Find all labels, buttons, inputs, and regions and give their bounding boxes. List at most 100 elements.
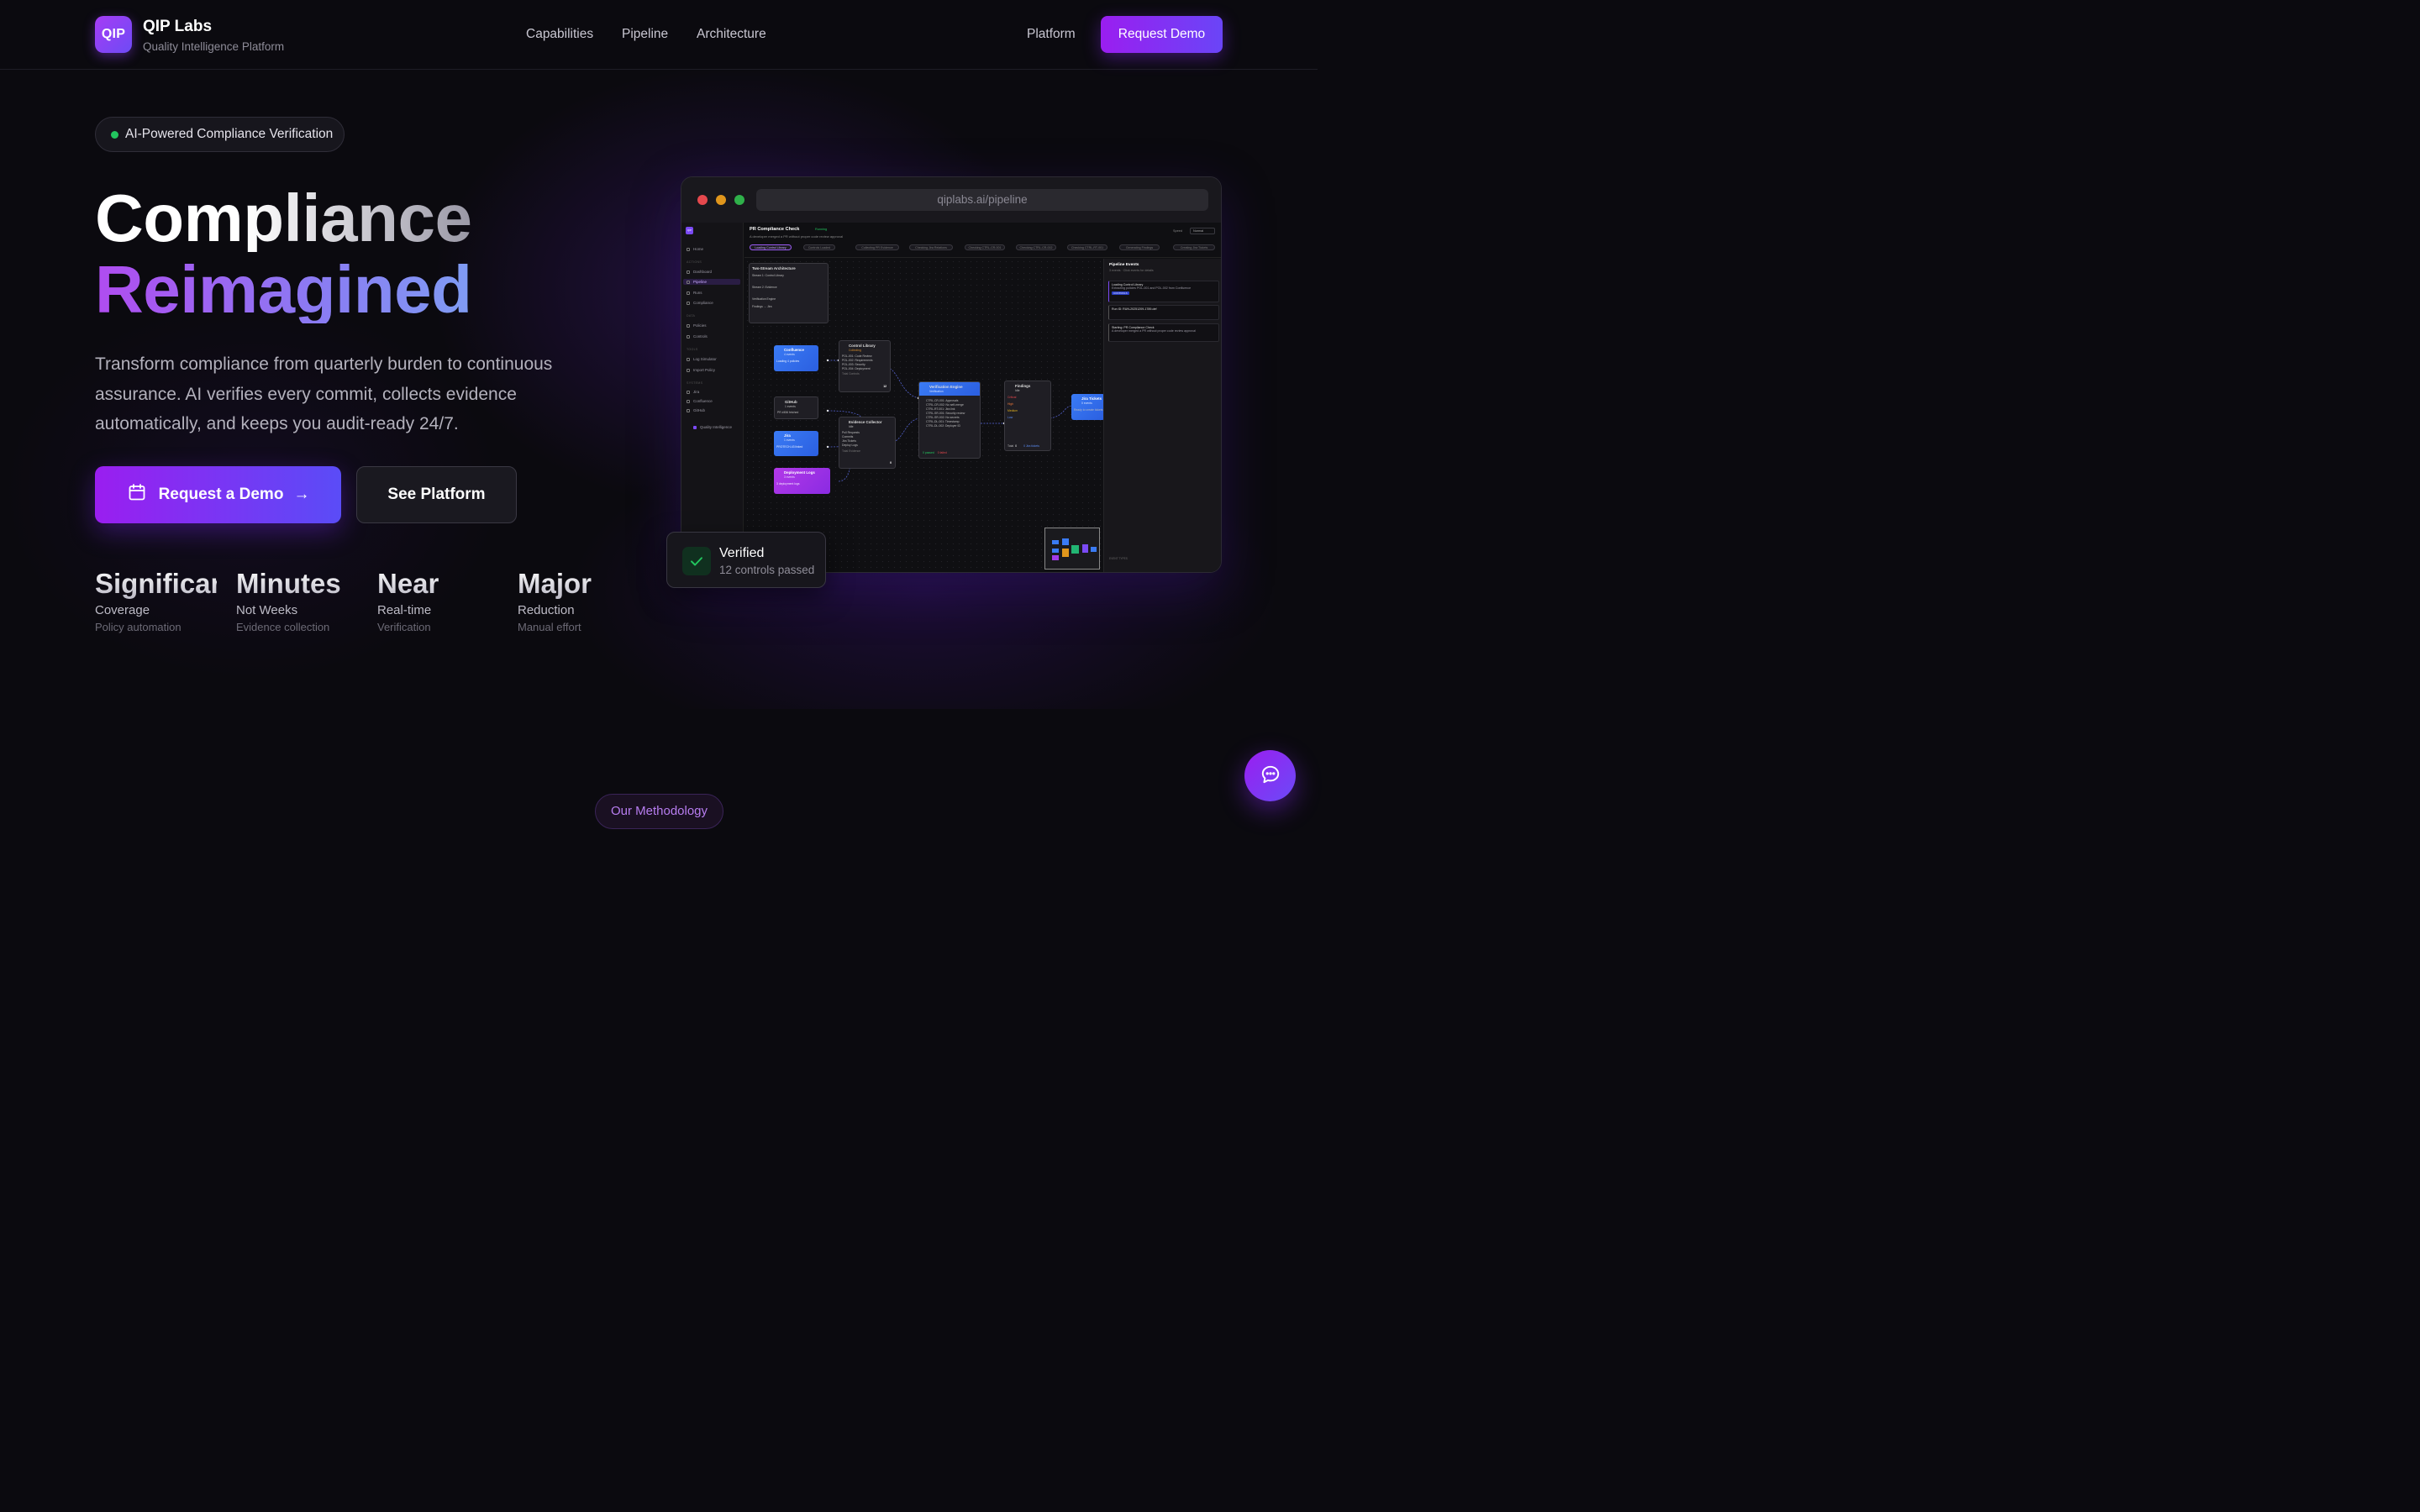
event-types-label: EVENT TYPES — [1109, 557, 1128, 560]
minimap[interactable] — [1044, 528, 1100, 570]
node-note: PROTECH-43 linked — [776, 445, 803, 449]
pipeline-step[interactable]: Loading Control Library — [750, 244, 792, 250]
sidebar-item-confluence[interactable]: Confluence — [687, 398, 713, 404]
arrow-right-icon: → — [293, 486, 310, 503]
node-sub: Idle — [849, 425, 854, 428]
sidebar-item-label: Home — [693, 247, 704, 251]
sidebar-item-pipeline[interactable]: Pipeline — [683, 279, 740, 285]
node-sub: Idle — [1015, 389, 1020, 392]
stat-label: Not Weeks — [236, 603, 298, 617]
pipeline-step[interactable]: Creating Jira Tickets — [1173, 244, 1215, 250]
event-item[interactable]: Run ID: RUN-20251209-1789-def — [1108, 305, 1219, 320]
control-row: CTRL-CR-002: No self-merge — [926, 403, 964, 407]
legend-title: Two-Stream Architecture — [752, 266, 796, 270]
pipeline-step[interactable]: Generating Findings — [1119, 244, 1160, 250]
node-deployment-logs[interactable]: Deployment Logs 3 events 3 deployment lo… — [774, 468, 830, 494]
see-platform-button[interactable]: See Platform — [356, 466, 517, 523]
brand-name[interactable]: QIP Labs — [143, 18, 212, 36]
stat-near: Near Real-time Verification — [377, 568, 503, 633]
control-row: CTRL-SR-001: Security review — [926, 412, 965, 415]
sidebar-item-home[interactable]: Home — [687, 246, 703, 252]
node-findings[interactable]: Findings Idle Critical High Medium Low T… — [1004, 381, 1051, 451]
browser-url-bar[interactable]: qiplabs.ai/pipeline — [756, 189, 1208, 211]
node-sub: 0 events — [1081, 402, 1092, 405]
sidebar-item-import-policy[interactable]: Import Policy — [687, 367, 715, 373]
brand-tagline: Quality Intelligence Platform — [143, 40, 285, 53]
methodology-badge: Our Methodology — [595, 794, 723, 829]
severity-low: Low — [1007, 416, 1013, 419]
sidebar-item-label: Confluence — [693, 399, 713, 403]
stat-sub: Verification — [377, 621, 431, 633]
sidebar-item-label: GitHub — [693, 408, 706, 412]
chat-button[interactable] — [1244, 750, 1296, 801]
event-detail: A developer merged a PR without proper c… — [1112, 329, 1196, 333]
event-item[interactable]: Loading Control Library Extracting polic… — [1108, 281, 1219, 302]
pipeline-step[interactable]: Checking CTRL-CR-001 — [965, 244, 1005, 250]
node-evidence-collector[interactable]: Evidence Collector Idle Pull Requests Co… — [839, 417, 896, 469]
severity-high: High — [1007, 402, 1013, 406]
sidebar-item-runs[interactable]: Runs — [687, 290, 702, 296]
event-item[interactable]: Starting: PR Compliance Check A develope… — [1108, 323, 1219, 342]
pipeline-step[interactable]: Collecting PR Evidence — [855, 244, 899, 250]
nav-pipeline[interactable]: Pipeline — [622, 27, 668, 42]
speed-label: Speed — [1173, 229, 1182, 233]
sidebar-item-policies[interactable]: Policies — [687, 323, 707, 328]
sidebar-item-label: Jira — [693, 390, 700, 394]
github-icon — [687, 408, 690, 412]
node-confluence[interactable]: Confluence 4 events Loading 4 policies — [774, 345, 818, 371]
jira-ticket-count: 0 Jira tickets — [1023, 444, 1039, 448]
sidebar-item-compliance[interactable]: Compliance — [687, 300, 713, 306]
run-subtitle: A developer merged a PR without proper c… — [750, 234, 844, 239]
node-title: Jira Tickets — [1081, 396, 1102, 401]
node-row: Pull Requests — [842, 431, 860, 434]
sidebar-item-dashboard[interactable]: Dashboard — [687, 269, 712, 275]
severity-medium: Medium — [1007, 409, 1018, 412]
sidebar-item-label: Runs — [693, 291, 702, 295]
maximize-dot-icon — [734, 195, 744, 205]
sidebar-item-log-simulator[interactable]: Log Simulator — [687, 356, 717, 362]
node-github[interactable]: GitHub 1 events PR #456 fetched — [774, 396, 818, 419]
node-jira[interactable]: Jira 1 events PROTECH-43 linked — [774, 431, 818, 456]
nav-platform[interactable]: Platform — [1027, 27, 1076, 42]
request-demo-button[interactable]: Request Demo — [1101, 16, 1223, 53]
sidebar-item-controls[interactable]: Controls — [687, 333, 708, 339]
control-row: CTRL-DL-002: Deployer ID — [926, 424, 960, 428]
pipeline-step[interactable]: Checking CTRL-CR-002 — [1016, 244, 1056, 250]
run-status-badge: Running — [815, 228, 828, 231]
logo-badge[interactable]: QIP — [95, 16, 132, 53]
stat-major: Major Reduction Manual effort — [518, 568, 644, 633]
node-jira-tickets[interactable]: Jira Tickets 0 events Ready to create ti… — [1071, 394, 1105, 420]
nav-architecture[interactable]: Architecture — [697, 27, 766, 42]
nav-capabilities[interactable]: Capabilities — [526, 27, 593, 42]
node-control-library[interactable]: Control Library Collecting POL-001: Code… — [839, 340, 891, 392]
stat-value: Near — [377, 568, 499, 600]
sidebar-item-label: Import Policy — [693, 368, 716, 372]
sidebar-item-jira[interactable]: Jira — [687, 389, 699, 395]
runs-icon — [687, 291, 690, 295]
control-row: CTRL-SR-002: No secrets — [926, 416, 960, 419]
request-a-demo-label: Request a Demo — [158, 486, 284, 503]
stat-sub: Policy automation — [95, 621, 182, 633]
legend-row: Stream 2: Evidence — [752, 286, 777, 289]
pipeline-step[interactable]: Checking CTRL-RT-001 — [1067, 244, 1107, 250]
event-title: Run ID: RUN-20251209-1789-def — [1112, 307, 1157, 311]
sidebar-item-github[interactable]: GitHub — [687, 407, 705, 413]
speed-select[interactable]: Normal — [1190, 228, 1215, 234]
pipeline-step[interactable]: Controls Loaded — [803, 244, 835, 250]
node-total: 0 — [890, 461, 892, 465]
verified-title: Verified — [719, 546, 765, 560]
stat-label: Real-time — [377, 603, 432, 617]
pipeline-canvas: Two-Stream Architecture Stream 1: Contro… — [744, 259, 1105, 572]
pipeline-step[interactable]: Checking Jira Relations — [909, 244, 953, 250]
findings-total: 0 — [1015, 444, 1018, 448]
node-verification-engine[interactable]: Verification Engine Verification CTRL-CR… — [918, 381, 981, 459]
sidebar-section: SYSTEMS — [687, 381, 703, 385]
node-title: Jira — [784, 433, 791, 438]
stat-label: Reduction — [518, 603, 575, 617]
node-title: Control Library — [849, 344, 876, 348]
request-a-demo-button[interactable]: Request a Demo → — [95, 466, 341, 523]
node-total-label: Total Evidence — [842, 449, 861, 453]
hero-title-line1: Compliance — [95, 181, 472, 255]
stat-sub: Evidence collection — [236, 621, 330, 633]
sidebar-footer-label: Quality Intelligence — [700, 425, 733, 429]
